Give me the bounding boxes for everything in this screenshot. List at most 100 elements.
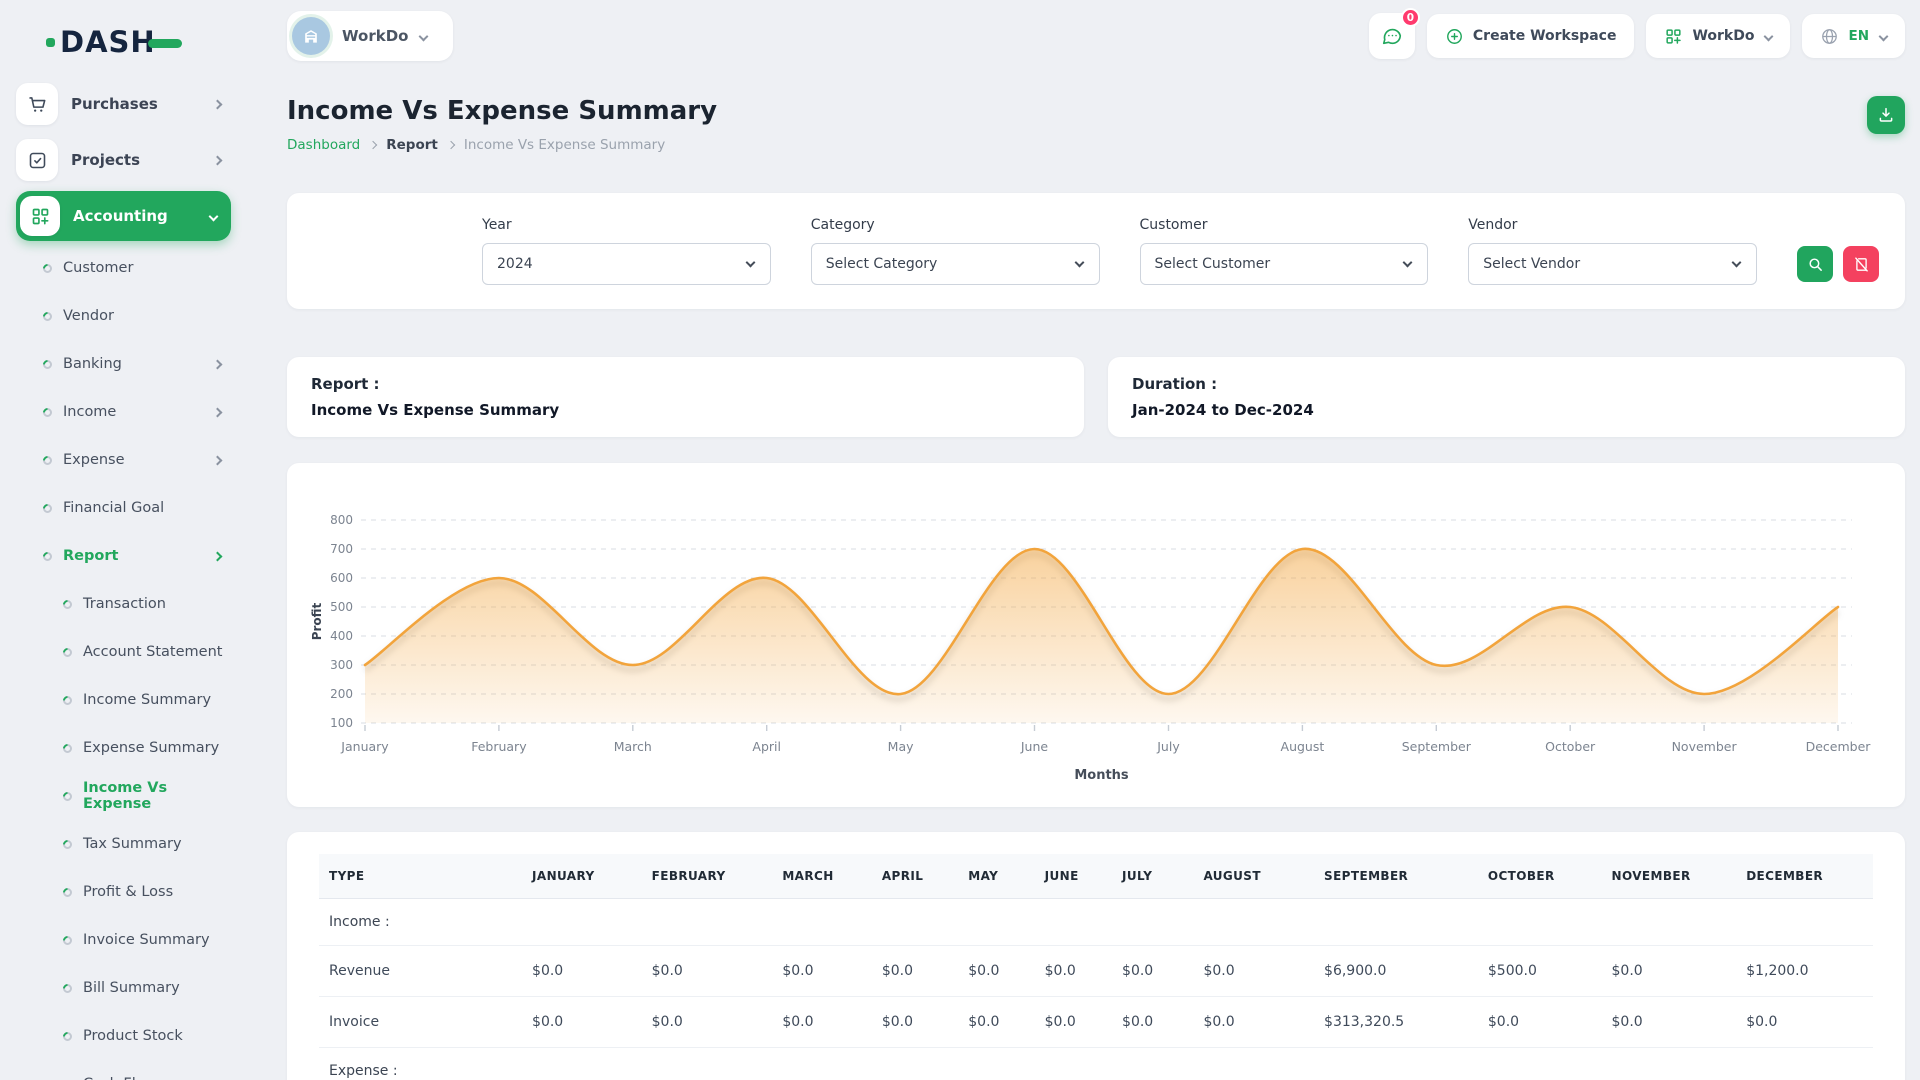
sidebar-item-financial-goal[interactable]: Financial Goal — [16, 484, 231, 532]
sidebar-item-expense[interactable]: Expense — [16, 436, 231, 484]
table-header-cell: DECEMBER — [1736, 854, 1873, 899]
sidebar-item-projects[interactable]: Projects — [16, 132, 231, 188]
bullet-icon — [41, 310, 54, 323]
svg-text:January: January — [340, 739, 389, 754]
table-cell: $0.0 — [522, 997, 642, 1048]
table-cell: $0.0 — [1035, 946, 1112, 997]
sidebar-item-label: Banking — [63, 356, 122, 372]
breadcrumb: Dashboard Report Income Vs Expense Summary — [287, 137, 717, 153]
messages-button[interactable]: 0 — [1369, 13, 1415, 59]
cart-icon — [16, 83, 58, 125]
bullet-icon — [41, 502, 54, 515]
breadcrumb-separator-icon — [447, 141, 455, 149]
sidebar-item-label: Profit & Loss — [83, 884, 173, 900]
bullet-icon — [61, 934, 74, 947]
page-header: Income Vs Expense Summary Dashboard Repor… — [287, 96, 1905, 153]
svg-text:Profit: Profit — [310, 602, 324, 640]
sidebar-item-label: Invoice Summary — [83, 932, 210, 948]
sidebar-item-label: Report — [63, 548, 118, 564]
bullet-icon — [61, 742, 74, 755]
table-row-invoice: Invoice$0.0$0.0$0.0$0.0$0.0$0.0$0.0$0.0$… — [319, 997, 1873, 1048]
workspace-avatar — [292, 17, 330, 55]
table-cell: $0.0 — [872, 997, 958, 1048]
duration-card: Duration : Jan-2024 to Dec-2024 — [1108, 357, 1905, 437]
sidebar-item-label: Purchases — [71, 95, 158, 113]
sidebar-item-label: Account Statement — [83, 644, 222, 660]
year-select[interactable]: 2024 — [482, 243, 771, 285]
sidebar-item-vendor[interactable]: Vendor — [16, 292, 231, 340]
table-row-expense: Expense : — [319, 1048, 1873, 1080]
sidebar-item-bill-summary[interactable]: Bill Summary — [16, 964, 231, 1012]
sidebar-item-accounting[interactable]: Accounting — [16, 191, 231, 241]
table-cell: $0.0 — [1035, 997, 1112, 1048]
table-cell: $0.0 — [958, 946, 1034, 997]
sidebar-item-purchases[interactable]: Purchases — [16, 76, 231, 132]
filter-actions — [1797, 246, 1879, 282]
breadcrumb-item-dashboard[interactable]: Dashboard — [287, 137, 360, 153]
vendor-select[interactable]: Select Vendor — [1468, 243, 1757, 285]
sidebar-item-label: Customer — [63, 260, 133, 276]
language-button[interactable]: EN — [1802, 14, 1905, 58]
messages-badge: 0 — [1401, 8, 1420, 27]
sidebar-item-banking[interactable]: Banking — [16, 340, 231, 388]
svg-text:May: May — [888, 739, 914, 754]
apply-filter-button[interactable] — [1797, 246, 1833, 282]
sidebar-item-income-summary[interactable]: Income Summary — [16, 676, 231, 724]
sidebar-item-income-vs-expense[interactable]: Income Vs Expense — [16, 772, 231, 820]
create-workspace-button[interactable]: Create Workspace — [1427, 14, 1635, 58]
table-cell: $6,900.0 — [1314, 946, 1478, 997]
sidebar-item-account-statement[interactable]: Account Statement — [16, 628, 231, 676]
table-cell: $0.0 — [1602, 946, 1737, 997]
table-cell: $0.0 — [1112, 946, 1193, 997]
sidebar-item-income[interactable]: Income — [16, 388, 231, 436]
workspace-switcher[interactable]: WorkDo — [287, 11, 453, 61]
svg-text:April: April — [752, 739, 781, 754]
category-select[interactable]: Select Category — [811, 243, 1100, 285]
year-label: Year — [482, 217, 771, 233]
svg-text:300: 300 — [330, 658, 353, 672]
duration-value: Jan-2024 to Dec-2024 — [1132, 401, 1881, 419]
sidebar-item-product-stock[interactable]: Product Stock — [16, 1012, 231, 1060]
vendor-label: Vendor — [1468, 217, 1757, 233]
sidebar-item-cash-flow[interactable]: Cash Flow — [16, 1060, 231, 1080]
table-header-cell: MAY — [958, 854, 1034, 899]
sidebar-item-expense-summary[interactable]: Expense Summary — [16, 724, 231, 772]
sidebar-item-transaction[interactable]: Transaction — [16, 580, 231, 628]
sidebar-item-label: Accounting — [73, 207, 168, 225]
svg-text:June: June — [1020, 739, 1049, 754]
chevron-right-icon — [213, 99, 223, 109]
svg-text:500: 500 — [330, 600, 353, 614]
sidebar-item-report[interactable]: Report — [16, 532, 231, 580]
svg-text:July: July — [1156, 739, 1180, 754]
breadcrumb-item-report[interactable]: Report — [386, 137, 438, 153]
reset-filter-button[interactable] — [1843, 246, 1879, 282]
app-menu-button[interactable]: WorkDo — [1646, 14, 1790, 58]
svg-text:800: 800 — [330, 513, 353, 527]
svg-text:Months: Months — [1074, 768, 1129, 783]
sidebar-item-profit-loss[interactable]: Profit & Loss — [16, 868, 231, 916]
sidebar-item-customer[interactable]: Customer — [16, 244, 231, 292]
table-row-label: Invoice — [319, 997, 522, 1048]
app-logo[interactable]: DASH — [46, 22, 231, 62]
create-workspace-label: Create Workspace — [1473, 28, 1617, 44]
sidebar-item-label: Expense Summary — [83, 740, 219, 756]
globe-icon — [1820, 27, 1839, 46]
breadcrumb-item-income-vs-expense-summary: Income Vs Expense Summary — [464, 137, 665, 153]
customer-select[interactable]: Select Customer — [1140, 243, 1429, 285]
bullet-icon — [41, 454, 54, 467]
workspace-name: WorkDo — [342, 27, 408, 45]
chevron-right-icon — [213, 359, 223, 369]
page-title: Income Vs Expense Summary — [287, 96, 717, 126]
sidebar-item-label: Income Vs Expense — [83, 780, 231, 812]
download-button[interactable] — [1867, 96, 1905, 134]
sidebar-item-invoice-summary[interactable]: Invoice Summary — [16, 916, 231, 964]
sidebar-item-label: Bill Summary — [83, 980, 180, 996]
table-section-label: Income : — [319, 899, 1873, 946]
sidebar-item-tax-summary[interactable]: Tax Summary — [16, 820, 231, 868]
customer-field: Customer Select Customer — [1140, 217, 1429, 285]
summary-row: Report : Income Vs Expense Summary Durat… — [287, 357, 1905, 437]
chevron-down-icon — [1732, 258, 1742, 268]
svg-text:400: 400 — [330, 629, 353, 643]
sidebar-item-label: Product Stock — [83, 1028, 183, 1044]
vendor-select-value: Select Vendor — [1483, 256, 1580, 272]
